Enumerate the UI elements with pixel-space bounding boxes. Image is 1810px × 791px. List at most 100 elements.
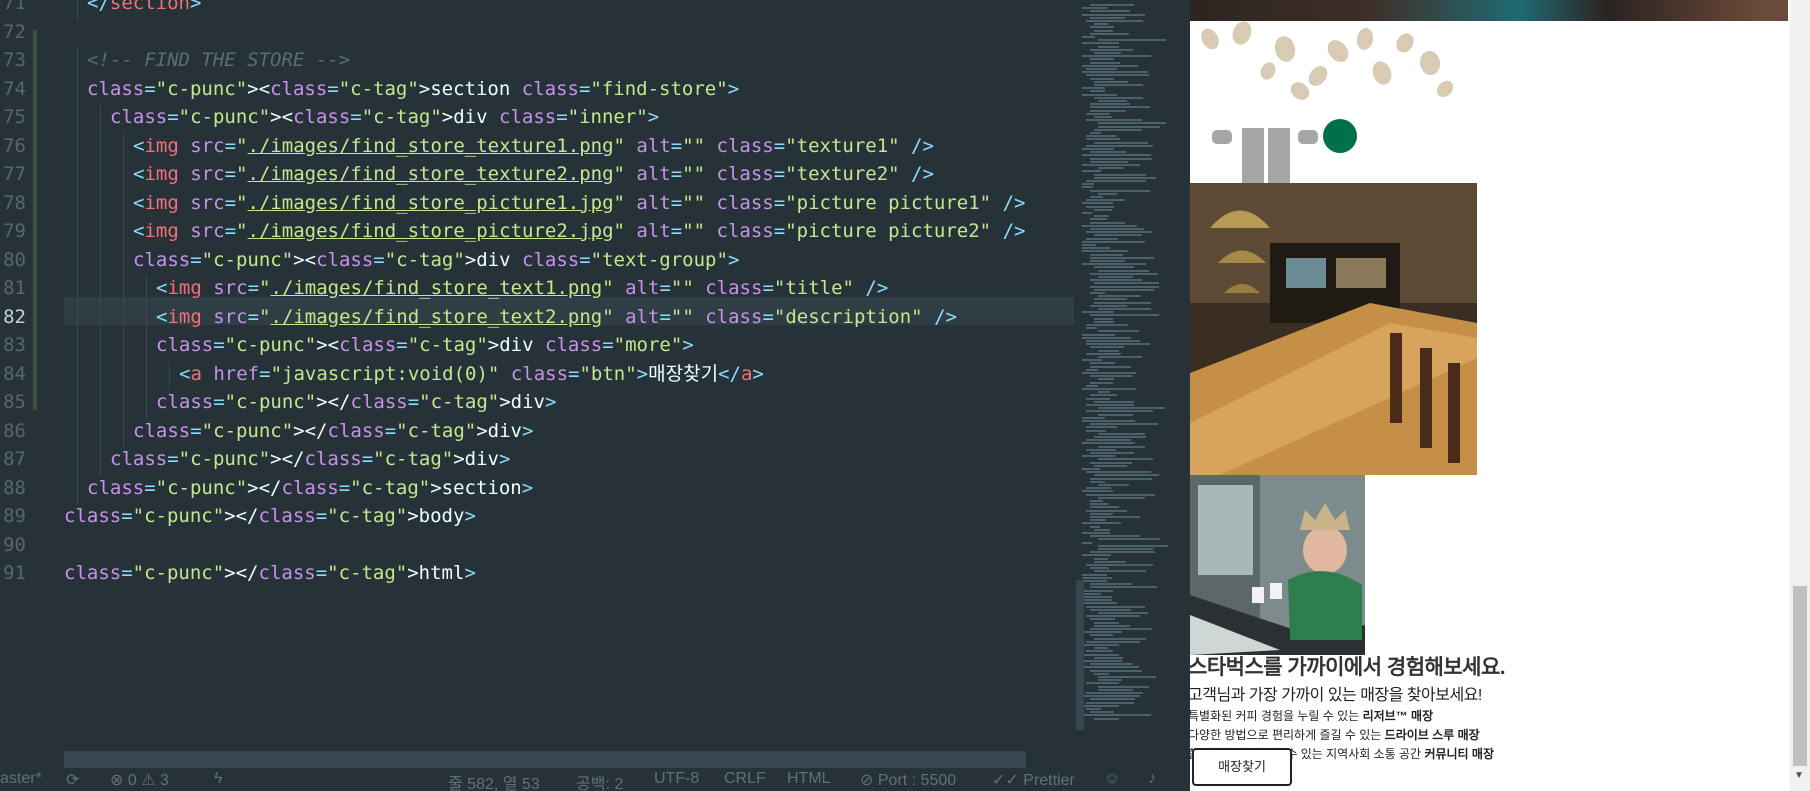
end-of-line[interactable]: CRLF	[724, 770, 766, 788]
indent-guide	[123, 247, 124, 276]
line-number: 79	[3, 220, 26, 242]
code-area[interactable]: </section> <!-- FIND THE STORE --> class="…	[64, 0, 1074, 760]
code-line[interactable]: </section>	[87, 0, 201, 17]
minimap-line	[1098, 391, 1110, 394]
cursor-position[interactable]: 줄 582, 열 53	[448, 770, 540, 791]
code-line[interactable]: class="c-punc"><class="c-tag">section cl…	[87, 75, 739, 103]
minimap-line	[1090, 314, 1160, 317]
code-line[interactable]: <img src="./images/find_store_text1.png"…	[156, 274, 888, 302]
preview-scroll-thumb[interactable]	[1793, 586, 1807, 766]
file-path-link[interactable]: ./images/find_store_picture2.jpg	[247, 220, 613, 242]
file-path-link[interactable]: ./images/find_store_text2.png	[270, 306, 602, 328]
minimap-line	[1086, 138, 1120, 141]
language-mode[interactable]: HTML	[787, 770, 831, 788]
indent-guide	[77, 48, 78, 77]
errors-status[interactable]: ⊗ 0 ⚠ 3	[110, 770, 169, 790]
indent-guide	[77, 418, 78, 447]
code-line[interactable]: class="c-punc"><class="c-tag">div class=…	[110, 103, 659, 131]
code-line[interactable]: class="c-punc"></class="c-tag">div>	[133, 417, 533, 445]
minimap-line	[1090, 61, 1120, 64]
live-server-port[interactable]: ⊘ Port : 5500	[860, 770, 956, 790]
minimap-line	[1098, 330, 1139, 333]
lightning-icon[interactable]: ϟ	[214, 770, 222, 788]
minimap-line	[1082, 212, 1093, 214]
browser-preview[interactable]: 스타벅스를 가까이에서 경험해보세요. 고객님과 가장 가까이 있는 매장을 찾…	[1190, 0, 1810, 791]
minimap-line	[1090, 503, 1110, 506]
minimap-line	[1090, 346, 1124, 349]
minimap-line	[1094, 84, 1144, 86]
minimap-line	[1098, 192, 1117, 195]
code-line[interactable]: <a href="javascript:void(0)" class="btn"…	[179, 360, 764, 388]
indent-guide	[100, 447, 101, 476]
code-line[interactable]: class="c-punc"></class="c-tag">div>	[110, 445, 510, 473]
feedback-icon[interactable]: ☺	[1104, 770, 1120, 788]
sync-icon[interactable]: ⟳	[66, 770, 79, 790]
code-line[interactable]: <img src="./images/find_store_picture2.j…	[133, 217, 1025, 245]
indent-guide	[123, 219, 124, 248]
minimap-line	[1086, 231, 1152, 234]
minimap-line	[1090, 106, 1151, 109]
scroll-down-arrow-icon[interactable]: ▼	[1794, 770, 1804, 781]
minimap-line	[1086, 119, 1142, 122]
minimap-line	[1082, 170, 1102, 173]
code-line[interactable]: <img src="./images/find_store_text2.png"…	[156, 303, 957, 331]
line-number: 82	[3, 305, 26, 328]
code-line[interactable]: class="c-punc"></class="c-tag">section>	[87, 474, 533, 502]
code-editor[interactable]: 71 72 73 74 75 76 77 78 79 80 81 82 83 84 85 86 87 88 89 90…	[0, 0, 1190, 791]
minimap-line	[1090, 500, 1104, 502]
minimap-line	[1094, 208, 1113, 211]
minimap-line	[1082, 599, 1112, 602]
code-line[interactable]: class="c-punc"></class="c-tag">html>	[64, 559, 476, 587]
code-line[interactable]: class="c-punc"></class="c-tag">div>	[156, 388, 556, 416]
minimap-line	[1082, 442, 1135, 445]
minimap-line	[1082, 388, 1136, 390]
prettier-status[interactable]: ✓✓ Prettier	[992, 770, 1075, 790]
minimap-line	[1094, 528, 1110, 531]
minimap-line	[1086, 701, 1134, 704]
code-line[interactable]: <img src="./images/find_store_texture1.p…	[133, 132, 934, 160]
minimap-line	[1090, 10, 1131, 13]
minimap-line	[1086, 327, 1098, 330]
code-line[interactable]: <img src="./images/find_store_picture1.j…	[133, 189, 1025, 217]
minimap-line	[1094, 116, 1112, 118]
minimap-line	[1082, 336, 1132, 339]
file-path-link[interactable]: ./images/find_store_picture1.jpg	[247, 192, 613, 214]
bell-icon[interactable]: ♪	[1148, 770, 1156, 788]
minimap-line	[1086, 74, 1150, 77]
git-branch[interactable]: aster*	[0, 770, 42, 788]
minimap-line	[1098, 676, 1156, 678]
encoding[interactable]: UTF-8	[654, 770, 699, 788]
minimap-line	[1098, 612, 1149, 614]
indent-guide	[100, 418, 101, 447]
minimap-line	[1082, 532, 1111, 534]
minimap-line	[1082, 592, 1101, 595]
code-line[interactable]: class="c-punc"><class="c-tag">div class=…	[133, 246, 739, 274]
code-line[interactable]: class="c-punc"><class="c-tag">div class=…	[156, 331, 694, 359]
minimap-line	[1086, 352, 1122, 355]
minimap-line	[1090, 285, 1160, 288]
code-line[interactable]: <img src="./images/find_store_texture2.p…	[133, 160, 934, 188]
file-path-link[interactable]: ./images/find_store_texture1.png	[247, 135, 613, 157]
minimap-line	[1086, 640, 1140, 643]
minimap-line	[1090, 26, 1115, 29]
code-line[interactable]: class="c-punc"></class="c-tag">body>	[64, 502, 476, 530]
minimap-line	[1094, 23, 1109, 26]
code-line[interactable]: <!-- FIND THE STORE -->	[87, 46, 350, 74]
editor-horizontal-scrollbar[interactable]	[64, 751, 1026, 768]
minimap[interactable]	[1078, 0, 1173, 730]
minimap-line	[1082, 13, 1145, 16]
minimap-line	[1086, 605, 1146, 608]
find-store-button[interactable]: 매장찾기	[1192, 748, 1292, 786]
minimap-line	[1090, 375, 1134, 378]
file-path-link[interactable]: ./images/find_store_texture2.png	[247, 163, 613, 185]
indent-guide	[169, 361, 170, 390]
minimap-line	[1086, 692, 1144, 694]
warning-icon: ⚠	[141, 772, 156, 789]
minimap-line	[1090, 253, 1123, 256]
editor-vertical-scrollbar[interactable]	[1076, 580, 1084, 730]
minimap-line	[1082, 42, 1119, 45]
minimap-line	[1086, 429, 1106, 432]
indentation[interactable]: 공백: 2	[576, 770, 623, 791]
file-path-link[interactable]: ./images/find_store_text1.png	[270, 277, 602, 299]
indent-guide	[123, 390, 124, 419]
